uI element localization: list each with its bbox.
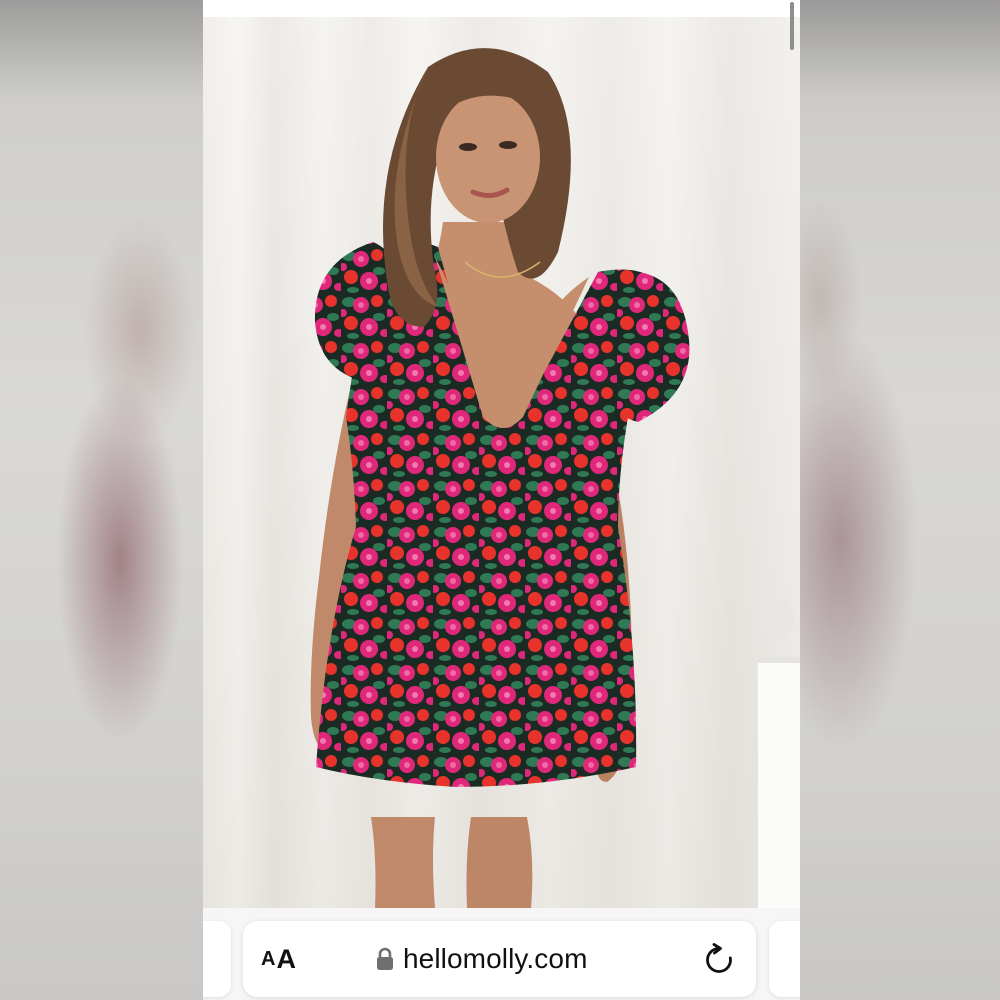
- status-strip: [203, 0, 800, 17]
- lock-icon: [377, 947, 393, 970]
- url-text: hellomolly.com: [403, 943, 588, 974]
- product-photo-illustration: [203, 17, 800, 908]
- blurred-backdrop-left: [0, 0, 203, 1000]
- reload-icon[interactable]: [702, 943, 736, 977]
- browser-toolbar: A A hellomolly.com: [203, 908, 800, 1000]
- previous-tab-peek[interactable]: [203, 921, 231, 997]
- product-photo[interactable]: [203, 17, 800, 908]
- blurred-backdrop-right: [800, 0, 1000, 1000]
- scroll-indicator[interactable]: [790, 2, 794, 50]
- text-size-button[interactable]: A A: [261, 921, 296, 997]
- phone-screen: A A hellomolly.com: [203, 0, 800, 1000]
- address-bar[interactable]: A A hellomolly.com: [243, 921, 756, 997]
- text-size-small-label: A: [261, 947, 276, 970]
- screenshot-canvas: A A hellomolly.com: [0, 0, 1000, 1000]
- url-field[interactable]: hellomolly.com: [376, 921, 588, 997]
- next-tab-peek[interactable]: [769, 921, 800, 997]
- text-size-large-label: A: [276, 943, 296, 974]
